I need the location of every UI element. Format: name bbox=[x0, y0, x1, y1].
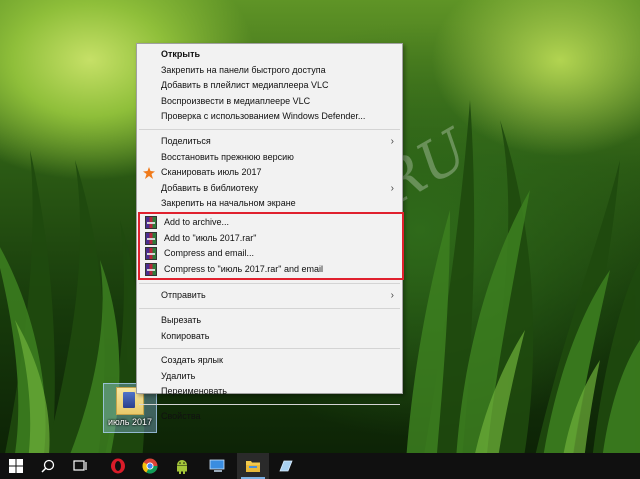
menu-item-cut[interactable]: Вырезать bbox=[137, 313, 402, 329]
menu-item-label: Add to "июль 2017.rar" bbox=[164, 232, 257, 243]
menu-item-delete[interactable]: Удалить bbox=[137, 369, 402, 385]
menu-item-label: Compress to "июль 2017.rar" and email bbox=[164, 263, 323, 274]
menu-item-label: Добавить в плейлист медиаплеера VLC bbox=[161, 80, 329, 91]
menu-item-avast-scan[interactable]: Сканировать июль 2017 bbox=[137, 165, 402, 181]
context-menu: Открыть Закрепить на панели быстрого дос… bbox=[136, 43, 404, 421]
taskbar-pc[interactable] bbox=[202, 453, 234, 479]
menu-item-create-shortcut[interactable]: Создать ярлык bbox=[137, 353, 402, 369]
opera-icon bbox=[111, 458, 125, 474]
menu-item-label: Воспроизвести в медиаплеере VLC bbox=[161, 95, 311, 106]
menu-item-add-to-rar[interactable]: Add to "июль 2017.rar" bbox=[140, 231, 402, 247]
menu-item-label: Закрепить на панели быстрого доступа bbox=[161, 64, 326, 75]
menu-item-label: Закрепить на начальном экране bbox=[161, 198, 296, 209]
menu-item-label: Добавить в библиотеку bbox=[161, 182, 259, 193]
menu-item-add-library[interactable]: Добавить в библиотеку › bbox=[137, 181, 402, 197]
search-button[interactable] bbox=[32, 453, 64, 479]
menu-item-label: Переименовать bbox=[161, 386, 227, 397]
winrar-highlight-box: Add to archive... Add to "июль 2017.rar"… bbox=[138, 211, 404, 281]
menu-item-share[interactable]: Поделиться › bbox=[137, 134, 402, 150]
chevron-right-icon: › bbox=[390, 182, 394, 194]
menu-item-label: Проверка с использованием Windows Defend… bbox=[161, 111, 366, 122]
android-icon bbox=[177, 460, 187, 474]
menu-item-vlc-playlist[interactable]: Добавить в плейлист медиаплеера VLC bbox=[137, 78, 402, 94]
task-view-icon bbox=[73, 460, 87, 471]
menu-item-label: Отправить bbox=[161, 290, 206, 301]
menu-item-label: Вырезать bbox=[161, 314, 202, 325]
menu-item-label: Поделиться bbox=[161, 135, 211, 146]
menu-item-rename[interactable]: Переименовать bbox=[137, 384, 402, 400]
winrar-icon bbox=[145, 262, 157, 276]
menu-item-label: Compress and email... bbox=[164, 248, 255, 259]
menu-separator bbox=[139, 348, 400, 350]
menu-item-vlc-play[interactable]: Воспроизвести в медиаплеере VLC bbox=[137, 94, 402, 110]
menu-item-compress-rar-email[interactable]: Compress to "июль 2017.rar" and email bbox=[140, 262, 402, 278]
taskbar-opera[interactable] bbox=[102, 453, 134, 479]
app-icon bbox=[279, 460, 293, 472]
windows-start-icon bbox=[9, 459, 23, 473]
chevron-right-icon: › bbox=[390, 135, 394, 147]
avast-icon bbox=[143, 167, 155, 180]
winrar-icon bbox=[145, 247, 157, 261]
pc-icon bbox=[209, 459, 225, 472]
taskbar bbox=[0, 453, 640, 479]
taskbar-android[interactable] bbox=[166, 453, 198, 479]
menu-item-label: Восстановить прежнюю версию bbox=[161, 151, 294, 162]
menu-separator bbox=[139, 283, 400, 285]
task-view-button[interactable] bbox=[64, 453, 96, 479]
taskbar-chrome[interactable] bbox=[134, 453, 166, 479]
menu-separator bbox=[139, 128, 400, 130]
menu-item-open[interactable]: Открыть bbox=[137, 47, 402, 63]
menu-item-pin-quick-access[interactable]: Закрепить на панели быстрого доступа bbox=[137, 63, 402, 79]
chrome-icon bbox=[142, 458, 158, 474]
taskbar-file-explorer[interactable] bbox=[237, 453, 269, 479]
chevron-right-icon: › bbox=[390, 290, 394, 302]
menu-item-defender-scan[interactable]: Проверка с использованием Windows Defend… bbox=[137, 109, 402, 125]
menu-item-send-to[interactable]: Отправить › bbox=[137, 288, 402, 304]
search-icon bbox=[41, 459, 55, 473]
menu-separator bbox=[139, 403, 400, 405]
menu-item-label: Открыть bbox=[161, 49, 201, 59]
menu-item-restore-version[interactable]: Восстановить прежнюю версию bbox=[137, 150, 402, 166]
menu-item-label: Add to archive... bbox=[164, 216, 230, 227]
menu-item-label: Свойства bbox=[161, 410, 201, 421]
winrar-icon bbox=[145, 215, 157, 229]
winrar-icon bbox=[145, 231, 157, 245]
menu-item-pin-start[interactable]: Закрепить на начальном экране bbox=[137, 196, 402, 212]
menu-separator bbox=[139, 307, 400, 309]
start-button[interactable] bbox=[0, 453, 32, 479]
menu-item-compress-email[interactable]: Compress and email... bbox=[140, 246, 402, 262]
menu-item-add-to-archive[interactable]: Add to archive... bbox=[140, 215, 402, 231]
menu-item-copy[interactable]: Копировать bbox=[137, 329, 402, 345]
menu-item-label: Копировать bbox=[161, 330, 210, 341]
menu-item-label: Сканировать июль 2017 bbox=[161, 167, 262, 178]
file-explorer-icon bbox=[246, 461, 260, 472]
menu-item-label: Удалить bbox=[161, 370, 196, 381]
menu-item-label: Создать ярлык bbox=[161, 355, 223, 366]
menu-item-properties[interactable]: Свойства bbox=[137, 409, 402, 425]
taskbar-app[interactable] bbox=[270, 453, 302, 479]
